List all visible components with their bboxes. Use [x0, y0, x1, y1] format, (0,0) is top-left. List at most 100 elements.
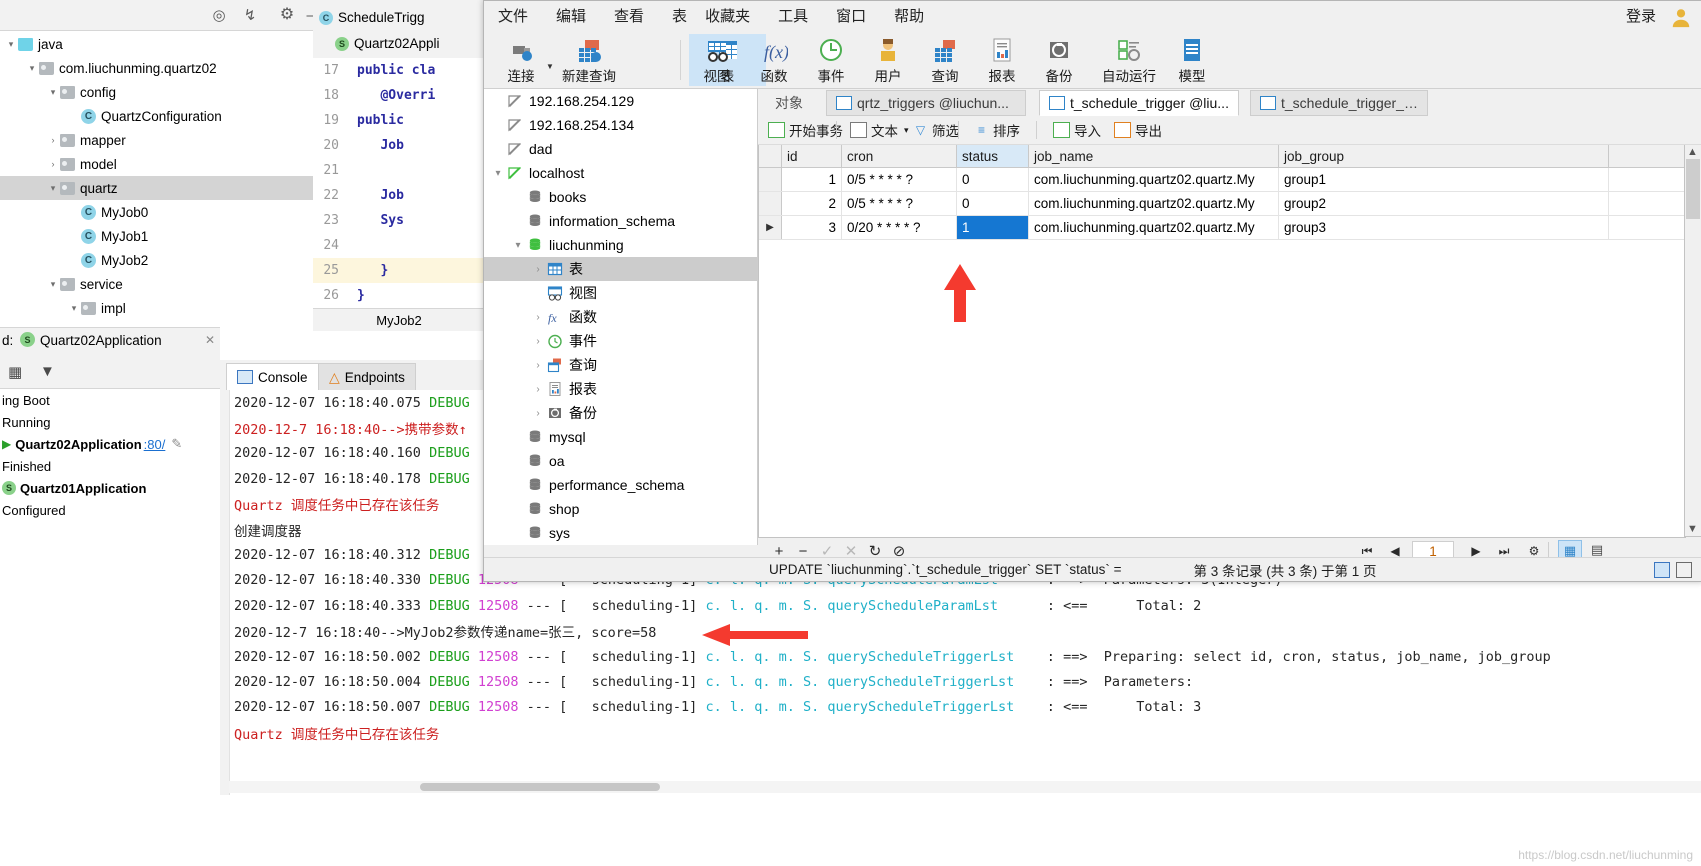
chevron-down-icon[interactable]: ▾ — [4, 37, 18, 51]
grid-cell-job_name[interactable]: com.liuchunming.quartz02.quartz.My — [1029, 192, 1279, 215]
toolbar-event[interactable]: 事件 — [811, 34, 851, 86]
object-tab-2[interactable]: t_schedule_trigger @liu... — [1039, 90, 1239, 116]
menu-1[interactable]: 编辑 — [542, 1, 600, 32]
project-tree-item-impl[interactable]: ▾ impl — [0, 296, 313, 320]
chevron-down-icon[interactable]: ▾ — [46, 85, 60, 99]
project-tree-item-com-liuchunming-quartz02[interactable]: ▾ com.liuchunming.quartz02 — [0, 56, 313, 80]
db-tree-item-shop[interactable]: shop — [484, 497, 757, 521]
chevron-right-icon[interactable]: › — [530, 336, 546, 347]
filter-icon[interactable]: ▼ — [40, 363, 55, 380]
menu-7[interactable]: 帮助 — [880, 1, 938, 32]
grid-cell-cron[interactable]: 0/5 * * * * ? — [842, 168, 957, 191]
db-tree-item-192-168-254-134[interactable]: 192.168.254.134 — [484, 113, 757, 137]
panel-left-icon[interactable] — [1654, 561, 1670, 578]
edit-icon[interactable]: ✎ — [171, 436, 182, 452]
toolbar-model[interactable]: 模型 — [1172, 34, 1212, 86]
toolbar-report[interactable]: 报表 — [982, 34, 1022, 86]
row-marker[interactable] — [759, 168, 782, 191]
grid-column-header-job_group[interactable]: job_group — [1279, 145, 1609, 167]
db-tree-item-192-168-254-129[interactable]: 192.168.254.129 — [484, 89, 757, 113]
grid-cell-job_group[interactable]: group2 — [1279, 192, 1609, 215]
locate-icon[interactable]: ◎ — [210, 6, 228, 24]
chevron-right-icon[interactable]: › — [46, 133, 60, 147]
object-tab-1[interactable]: qrtz_triggers @liuchun... — [826, 90, 1026, 116]
grid-cell-status[interactable]: 0 — [957, 168, 1029, 191]
run-config-line[interactable]: ing Boot — [0, 389, 220, 411]
db-tree-item--[interactable]: › fx 函数 — [484, 305, 757, 329]
grid-vscrollbar[interactable]: ▲ ▼ — [1684, 145, 1701, 537]
grid-column-header-job_name[interactable]: job_name — [1029, 145, 1279, 167]
close-icon[interactable]: ✕ — [205, 333, 215, 347]
run-config-line[interactable]: Configured — [0, 499, 220, 521]
chevron-right-icon[interactable]: › — [46, 157, 60, 171]
toolbar-function[interactable]: f(x) 函数 — [754, 34, 794, 86]
chevron-right-icon[interactable]: › — [530, 264, 546, 275]
chevron-down-icon[interactable]: ▾ — [490, 168, 506, 179]
project-tree-item-myjob2[interactable]: C MyJob2 — [0, 248, 313, 272]
grid-cell-job_name[interactable]: com.liuchunming.quartz02.quartz.My — [1029, 216, 1279, 239]
grid-column-header-status[interactable]: status — [957, 145, 1029, 167]
run-config-line[interactable]: Running — [0, 411, 220, 433]
chevron-down-icon[interactable]: ▾ — [67, 301, 81, 315]
toolbar-backup[interactable]: 备份 — [1039, 34, 1079, 86]
chevron-right-icon[interactable]: › — [530, 312, 546, 323]
toolbar-new-query[interactable]: 新建查询 — [556, 34, 622, 86]
panel-right-icon[interactable] — [1676, 561, 1692, 578]
db-tree-item--[interactable]: › 备份 — [484, 401, 757, 425]
chevron-down-icon[interactable]: ▾ — [25, 61, 39, 75]
toolbar-connection[interactable]: 连接 — [501, 34, 541, 86]
tab-endpoints[interactable]: △ Endpoints — [318, 363, 416, 391]
grid-toolbar-import[interactable]: 导入 — [1053, 120, 1101, 140]
grid-cell-id[interactable]: 2 — [782, 192, 842, 215]
db-tree-item-books[interactable]: books — [484, 185, 757, 209]
grid-toolbar-sort[interactable]: ≡ 排序 — [974, 120, 1020, 140]
project-tree-item-myjob0[interactable]: C MyJob0 — [0, 200, 313, 224]
menu-4[interactable]: 收藏夹 — [701, 1, 764, 32]
grid-cell-cron[interactable]: 0/5 * * * * ? — [842, 192, 957, 215]
grid-toolbar-text[interactable]: 文本 ▾ — [850, 120, 909, 140]
login-button[interactable]: 登录 — [1626, 1, 1656, 32]
chevron-right-icon[interactable]: › — [530, 408, 546, 419]
project-tree[interactable]: ▾ java ▾ com.liuchunming.quartz02 ▾ config C Qu… — [0, 32, 313, 327]
grid-cell-id[interactable]: 3 — [782, 216, 842, 239]
row-marker[interactable] — [759, 192, 782, 215]
run-icon[interactable]: ▶ — [2, 437, 11, 451]
avatar[interactable] — [1670, 6, 1692, 28]
chevron-down-icon[interactable]: ▾ — [46, 181, 60, 195]
data-grid[interactable]: id cron status job_name job_group 1 0/5 * * * … — [758, 145, 1686, 538]
editor-tab-0[interactable]: C ScheduleTrigg — [319, 5, 425, 30]
chevron-right-icon[interactable]: › — [530, 360, 546, 371]
db-tree-item--[interactable]: › 查询 — [484, 353, 757, 377]
project-tree-item-service[interactable]: ▾ service — [0, 272, 313, 296]
run-config-line[interactable]: S Quartz01Application — [0, 477, 220, 499]
db-tree-item-localhost[interactable]: ▾ localhost — [484, 161, 757, 185]
db-tree-item--[interactable]: › 报表 — [484, 377, 757, 401]
grid-cell-cron[interactable]: 0/20 * * * * ? — [842, 216, 957, 239]
grid-toolbar-export[interactable]: 导出 — [1114, 120, 1162, 140]
run-config-port-link[interactable]: :80/ — [144, 437, 166, 452]
chevron-down-icon[interactable]: ▾ — [46, 277, 60, 291]
run-configurations-list[interactable]: ing Boot Running ▶ Quartz02Application:80/ ✎… — [0, 389, 220, 799]
project-tree-item-quartz[interactable]: ▾ quartz — [0, 176, 313, 200]
project-tree-item-mapper[interactable]: › mapper — [0, 128, 313, 152]
menu-5[interactable]: 工具 — [764, 1, 822, 32]
toolbar-user[interactable]: 用户 — [868, 34, 908, 86]
menu-bar[interactable]: 文件 编辑 查看表收藏夹 工具 窗口 帮助 — [484, 1, 1701, 32]
grid-cell-status[interactable]: 1 — [957, 216, 1029, 239]
table-row[interactable]: ▶ 3 0/20 * * * * ? 1 com.liuchunming.quartz0… — [759, 216, 1685, 240]
grid-column-header-cron[interactable]: cron — [842, 145, 957, 167]
grid-cell-status[interactable]: 0 — [957, 192, 1029, 215]
db-tree-item--[interactable]: › 表 — [484, 257, 757, 281]
object-tab-0[interactable]: 对象 — [766, 90, 814, 116]
grid-icon[interactable]: ▦ — [8, 363, 22, 381]
collapse-all-icon[interactable]: ↯ — [241, 6, 259, 24]
chevron-down-icon[interactable]: ▾ — [510, 240, 526, 251]
grid-toolbar-begin-transaction[interactable]: 开始事务 — [768, 120, 843, 140]
menu-2[interactable]: 查看 — [600, 1, 658, 32]
project-tree-item-config[interactable]: ▾ config — [0, 80, 313, 104]
toolbar-automation[interactable]: 自动运行 — [1096, 34, 1162, 86]
main-toolbar[interactable]: 连接 新建查询表视图 f(x) 函数 事件 用户 查询 报表 备份 自动运行 模型 ▼ — [484, 32, 1701, 89]
grid-cell-job_group[interactable]: group1 — [1279, 168, 1609, 191]
gear-icon[interactable]: ⚙ — [278, 6, 296, 24]
menu-3[interactable]: 表 — [658, 1, 701, 32]
